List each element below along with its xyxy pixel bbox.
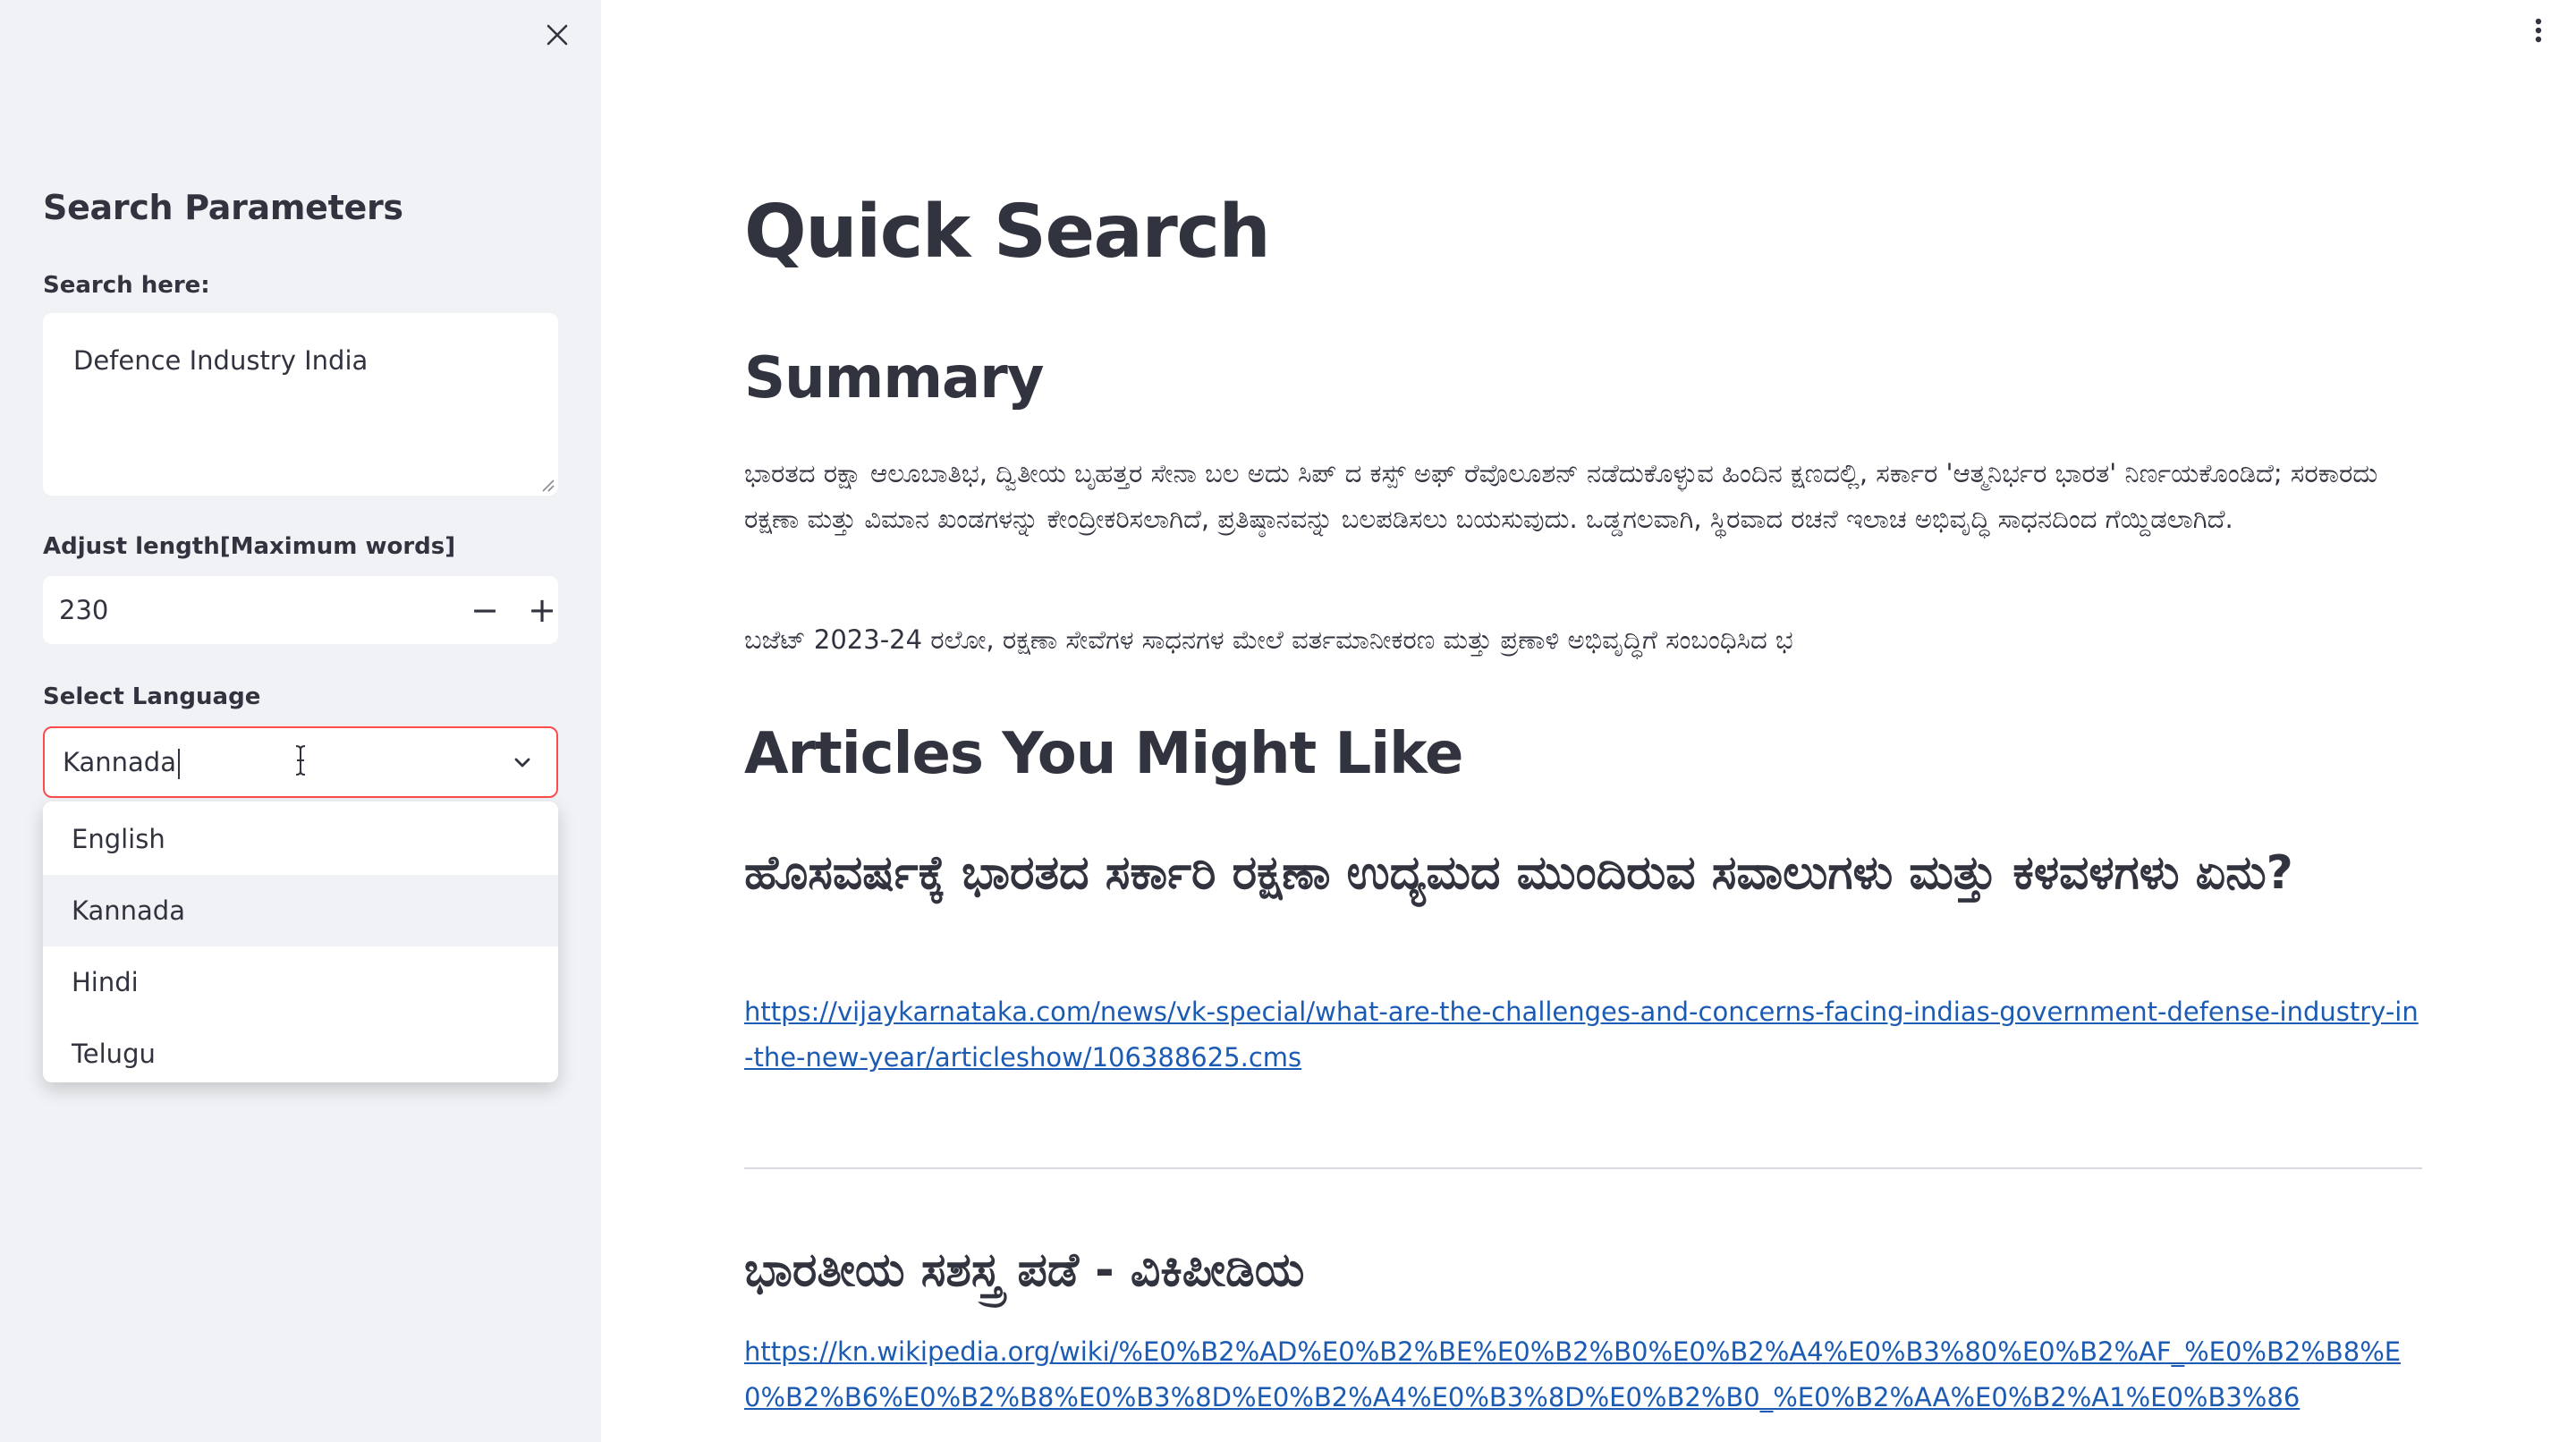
language-select-value: Kannada [63, 747, 180, 779]
article-divider [744, 1167, 2422, 1169]
decrement-button[interactable]: − [456, 576, 513, 644]
close-icon [547, 24, 568, 46]
search-textarea[interactable]: Defence Industry India [43, 313, 558, 496]
length-value: 230 [59, 595, 109, 625]
article-title-1: ಹೊಸವರ್ಷಕ್ಕೆ ಭಾರತದ ಸರ್ಕಾರಿ ರಕ್ಷಣಾ ಉದ್ಯಮದ … [744, 846, 2293, 900]
text-caret [178, 749, 180, 779]
sidebar-title: Search Parameters [43, 188, 403, 227]
sidebar: Search Parameters Search here: Defence I… [0, 0, 601, 1442]
option-english[interactable]: English [43, 803, 558, 875]
option-hindi[interactable]: Hindi [43, 946, 558, 1018]
language-dropdown-menu: English Kannada Hindi Telugu [43, 802, 558, 1082]
summary-paragraph-1: ಭಾರತದ ರಕ್ಷಾ ಆಲೂಬಾತಿಭ, ದ್ವಿತೀಯ ಬೃಹತ್ತರ ಸೇ… [744, 458, 2378, 534]
article-link-1[interactable]: https://vijaykarnataka.com/news/vk-speci… [744, 989, 2426, 1081]
minus-icon: − [470, 590, 499, 630]
main-menu-button[interactable] [2522, 14, 2555, 47]
article-link-2[interactable]: https://kn.wikipedia.org/wiki/%E0%B2%AD%… [744, 1329, 2426, 1421]
articles-heading: Articles You Might Like [744, 721, 1463, 787]
plus-icon: + [528, 590, 556, 630]
resize-grip-icon[interactable] [538, 476, 555, 492]
length-label: Adjust length[Maximum words] [43, 533, 456, 560]
summary-heading: Summary [744, 345, 1044, 411]
increment-button[interactable]: + [513, 576, 571, 644]
close-sidebar-button[interactable] [537, 14, 578, 55]
option-kannada[interactable]: Kannada [43, 875, 558, 946]
kebab-menu-icon [2535, 18, 2542, 43]
option-telugu[interactable]: Telugu [43, 1018, 558, 1090]
language-label: Select Language [43, 683, 261, 710]
text-cursor-icon [295, 745, 306, 776]
article-title-2: ಭಾರತೀಯ ಸಶಸ್ತ್ರ ಪಡೆ - ವಿಕಿಪೀಡಿಯ [744, 1243, 1305, 1297]
page-title: Quick Search [744, 190, 1271, 275]
chevron-down-icon[interactable] [512, 751, 533, 773]
length-number-input[interactable]: 230 − + [43, 576, 558, 644]
search-label: Search here: [43, 272, 210, 299]
summary-paragraph-2: ಬಜೆಟ್ 2023-24 ರಲೋ, ರಕ್ಷಣಾ ಸೇವೆಗಳ ಸಾಧನಗಳ … [744, 624, 1793, 655]
language-select[interactable]: Kannada [43, 726, 558, 798]
search-textarea-value: Defence Industry India [73, 345, 369, 376]
